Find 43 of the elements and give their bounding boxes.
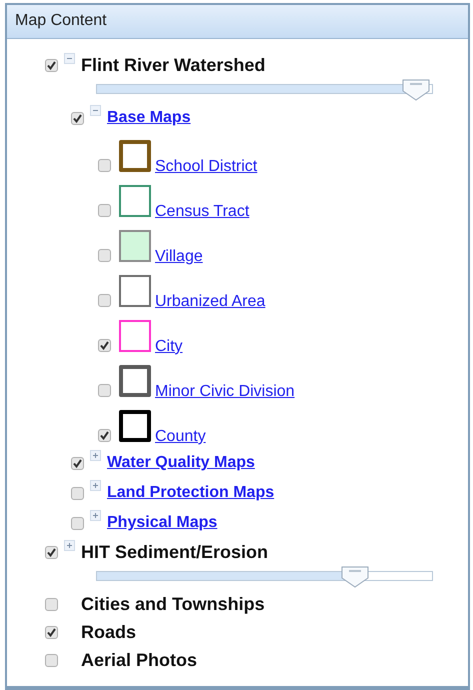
layer-label: Roads xyxy=(80,622,136,642)
panel-title: Map Content xyxy=(7,5,468,39)
layer-link[interactable]: Urbanized Area xyxy=(155,293,266,311)
checkbox[interactable] xyxy=(98,249,111,262)
checkbox[interactable] xyxy=(45,58,58,72)
layer-link[interactable]: Physical Maps xyxy=(107,514,218,532)
checkbox[interactable] xyxy=(71,486,84,500)
checkbox[interactable] xyxy=(45,598,58,610)
layer-link[interactable]: County xyxy=(155,428,206,446)
expand-icon[interactable] xyxy=(90,480,101,491)
slider-thumb[interactable] xyxy=(341,566,370,588)
layer-link[interactable]: School District xyxy=(155,158,258,176)
opacity-slider[interactable] xyxy=(96,566,433,588)
checkbox[interactable] xyxy=(71,516,84,530)
checkbox[interactable] xyxy=(98,339,111,352)
opacity-slider[interactable] xyxy=(96,79,433,101)
expand-icon[interactable] xyxy=(90,450,101,461)
layer-link[interactable]: Base Maps xyxy=(107,109,191,127)
layer-label: Aerial Photos xyxy=(80,650,198,670)
checkbox[interactable] xyxy=(45,626,58,638)
layer-label: HIT Sediment/Erosion xyxy=(81,542,268,562)
layer-label: Flint River Watershed xyxy=(81,54,266,76)
layer-link[interactable]: Census Tract xyxy=(155,203,250,221)
checkbox[interactable] xyxy=(98,159,111,172)
checkbox[interactable] xyxy=(98,429,111,442)
checkbox[interactable] xyxy=(98,294,111,307)
checkbox[interactable] xyxy=(45,654,58,666)
checkbox[interactable] xyxy=(98,384,111,397)
expand-icon[interactable] xyxy=(90,510,101,521)
checkbox[interactable] xyxy=(71,456,84,470)
layer-label: Cities and Townships xyxy=(80,594,265,614)
slider-thumb[interactable] xyxy=(402,79,430,101)
expand-icon[interactable] xyxy=(64,540,75,551)
collapse-icon[interactable] xyxy=(90,105,101,116)
checkbox[interactable] xyxy=(45,546,58,558)
checkbox[interactable] xyxy=(98,204,111,217)
layer-link[interactable]: Village xyxy=(155,248,203,266)
layer-link[interactable]: Minor Civic Division xyxy=(155,383,295,401)
layer-link[interactable]: Water Quality Maps xyxy=(107,454,255,472)
layer-link[interactable]: Land Protection Maps xyxy=(107,484,274,502)
collapse-icon[interactable] xyxy=(64,53,75,64)
checkbox[interactable] xyxy=(71,112,84,124)
layer-link[interactable]: City xyxy=(155,338,183,356)
